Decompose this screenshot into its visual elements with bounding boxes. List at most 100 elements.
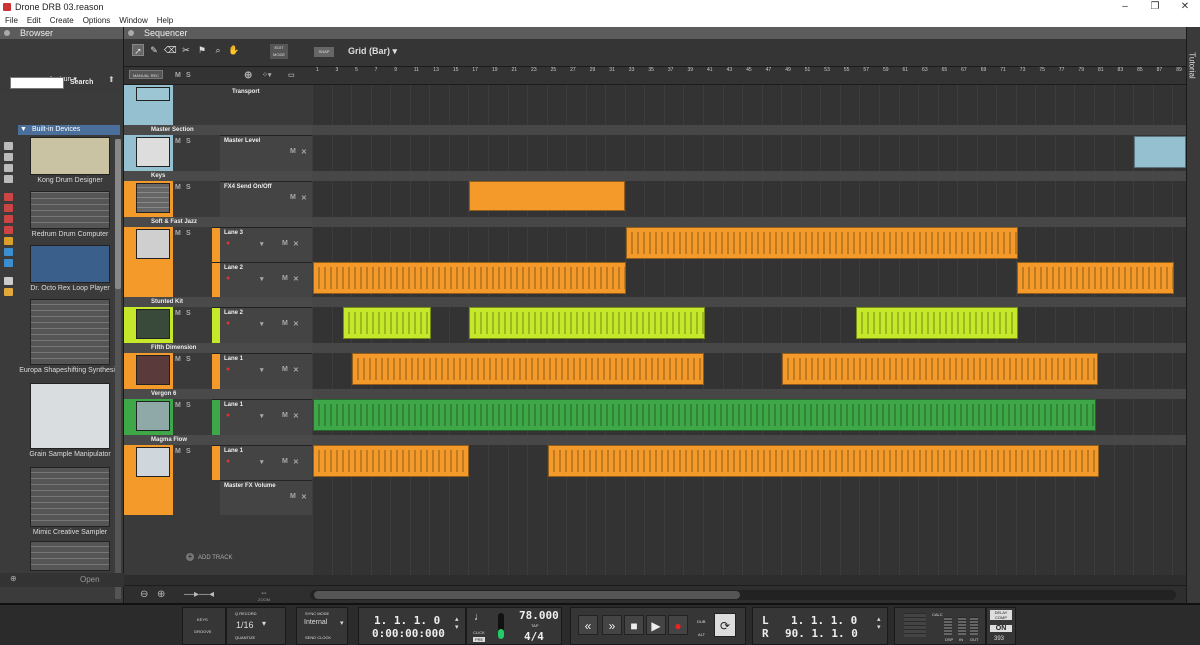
mute-tool-icon[interactable]: ⚑ bbox=[196, 44, 208, 56]
fast-forward-button[interactable]: » bbox=[602, 615, 622, 635]
record-lane-icon[interactable]: ● bbox=[226, 412, 230, 419]
edit-mode-button[interactable]: EDIT MODE bbox=[270, 44, 288, 59]
track-soft-fast-jazz[interactable]: Soft & Fast Jazz M S Lane 3 ● ▾ M ✕ Lane… bbox=[124, 217, 1186, 297]
tempo-value[interactable]: 78.000 bbox=[519, 609, 559, 622]
mute-button[interactable]: M bbox=[175, 402, 181, 409]
quantize-dropdown-icon[interactable]: ▾ bbox=[262, 619, 266, 628]
mute-button[interactable]: M bbox=[175, 356, 181, 363]
snap-button[interactable]: SNAP bbox=[314, 47, 334, 57]
automation-clip[interactable] bbox=[1134, 136, 1186, 168]
lane-mute-button[interactable]: M bbox=[282, 412, 288, 419]
position-time[interactable]: 0:00:00:000 bbox=[372, 627, 445, 640]
lane-dropdown-icon[interactable]: ▾ bbox=[260, 275, 264, 283]
minimize-icon[interactable]: – bbox=[1110, 0, 1140, 14]
menu-options[interactable]: Options bbox=[83, 16, 111, 25]
mute-button[interactable]: M bbox=[175, 138, 181, 145]
browser-scrollbar[interactable] bbox=[115, 139, 121, 599]
time-signature[interactable]: 4/4 bbox=[524, 630, 544, 643]
manual-rec-button[interactable]: MANUAL REC bbox=[129, 70, 163, 79]
sync-dropdown-icon[interactable]: ▾ bbox=[340, 619, 344, 627]
note-clip[interactable] bbox=[469, 307, 705, 339]
add-lane-icon[interactable]: ⊕ bbox=[244, 70, 252, 81]
note-clip[interactable] bbox=[313, 262, 626, 294]
folder-icon[interactable] bbox=[3, 288, 13, 296]
lane-mute-button[interactable]: M bbox=[282, 458, 288, 465]
sync-mode-select[interactable]: Internal bbox=[304, 619, 327, 626]
note-clip[interactable] bbox=[313, 399, 1096, 431]
hand-tool-icon[interactable]: ✋ bbox=[228, 44, 240, 56]
zoom-out-icon[interactable]: ⊖ bbox=[140, 589, 148, 600]
record-lane-icon[interactable]: ● bbox=[226, 240, 230, 247]
solo-button[interactable]: S bbox=[186, 230, 191, 237]
click-level-slider[interactable] bbox=[498, 613, 504, 639]
solo-button[interactable]: S bbox=[186, 402, 191, 409]
solo-button[interactable]: S bbox=[186, 448, 191, 455]
note-clip[interactable] bbox=[548, 445, 1099, 477]
record-button[interactable]: ● bbox=[668, 615, 688, 635]
quantize-value[interactable]: 1/16 bbox=[236, 620, 254, 630]
device-blue-icon-2[interactable] bbox=[3, 259, 13, 267]
note-clip[interactable] bbox=[313, 445, 469, 477]
open-button[interactable]: Open bbox=[80, 575, 100, 584]
select-tool-icon[interactable]: ➚ bbox=[132, 44, 144, 56]
locator-stepper-icon[interactable]: ▴ ▾ bbox=[877, 615, 881, 631]
track-keys[interactable]: Keys M S FX4 Send On/Off M ✕ bbox=[124, 171, 1186, 217]
solo-button[interactable]: S bbox=[186, 356, 191, 363]
note-clip[interactable] bbox=[626, 227, 1018, 259]
lane-dropdown-icon[interactable]: ▾ bbox=[260, 320, 264, 328]
device-redrum[interactable]: Redrum Drum Computer bbox=[30, 191, 110, 238]
track-vergon-6[interactable]: Vergon 6 M S Lane 1 ● ▾ M ✕ bbox=[124, 389, 1186, 435]
menu-file[interactable]: File bbox=[5, 16, 18, 25]
search-button[interactable]: Search bbox=[70, 79, 93, 86]
send-clock-label[interactable]: SEND CLOCK bbox=[305, 635, 331, 640]
note-clip[interactable] bbox=[343, 307, 431, 339]
device-red-icon-4[interactable] bbox=[3, 226, 13, 234]
zoom-fit-icon[interactable]: ⇔ bbox=[260, 588, 268, 597]
menu-window[interactable]: Window bbox=[119, 16, 147, 25]
built-in-devices-section[interactable]: Built-in Devices bbox=[18, 125, 120, 135]
patch-icon[interactable] bbox=[3, 175, 13, 183]
eraser-tool-icon[interactable]: ⌫ bbox=[164, 44, 177, 56]
lane-mute-button[interactable]: M bbox=[282, 366, 288, 373]
dub-button[interactable]: DUB bbox=[697, 619, 705, 624]
horizontal-scrollbar[interactable] bbox=[310, 590, 1176, 600]
menu-edit[interactable]: Edit bbox=[27, 16, 41, 25]
device-red-icon-3[interactable] bbox=[3, 215, 13, 223]
lane-mute-button[interactable]: M bbox=[282, 240, 288, 247]
add-icon[interactable]: ⊕ bbox=[10, 574, 17, 583]
tutorial-panel[interactable]: Tutorial bbox=[1186, 27, 1200, 603]
play-button[interactable]: ▶ bbox=[646, 615, 666, 635]
metronome-icon[interactable]: ♩ bbox=[474, 611, 485, 623]
record-lane-icon[interactable]: ● bbox=[226, 458, 230, 465]
mute-all-button[interactable]: M bbox=[175, 72, 181, 79]
lane-delete-icon[interactable]: ✕ bbox=[293, 275, 299, 283]
solo-all-button[interactable]: S bbox=[186, 72, 191, 79]
up-icon[interactable]: ⬆ bbox=[108, 75, 115, 84]
note-clip[interactable] bbox=[782, 353, 1098, 385]
add-track-button[interactable]: ADD TRACK bbox=[186, 553, 233, 561]
pencil-tool-icon[interactable]: ✎ bbox=[148, 44, 160, 56]
note-clip[interactable] bbox=[352, 353, 704, 385]
solo-button[interactable]: S bbox=[186, 138, 191, 145]
lane-options-icon[interactable]: ⁘▾ bbox=[262, 71, 271, 79]
solo-button[interactable]: S bbox=[186, 184, 191, 191]
record-lane-icon[interactable]: ● bbox=[226, 366, 230, 373]
quantize-button[interactable]: QUANTIZE bbox=[235, 635, 255, 640]
lane-mute-button[interactable]: M bbox=[282, 320, 288, 327]
lane-delete-icon[interactable]: ✕ bbox=[293, 458, 299, 466]
lane-delete-icon[interactable]: ✕ bbox=[301, 148, 307, 156]
loop-left-locator[interactable]: 1. 1. 1. 0 bbox=[791, 614, 857, 627]
solo-button[interactable]: S bbox=[186, 310, 191, 317]
automation-clip[interactable] bbox=[469, 181, 625, 211]
close-icon[interactable]: ✕ bbox=[1170, 0, 1200, 14]
delay-comp-toggle[interactable]: ON bbox=[990, 625, 1012, 632]
lane-mute-button[interactable]: M bbox=[282, 275, 288, 282]
device-yellow-icon[interactable] bbox=[3, 237, 13, 245]
magnify-tool-icon[interactable]: ⌕ bbox=[212, 44, 224, 56]
search-input[interactable] bbox=[10, 77, 64, 89]
lane-delete-icon[interactable]: ✕ bbox=[293, 320, 299, 328]
lane-mute-button[interactable]: M bbox=[290, 194, 296, 201]
position-bars[interactable]: 1. 1. 1. 0 bbox=[374, 614, 440, 627]
mute-button[interactable]: M bbox=[175, 184, 181, 191]
device-blue-icon-1[interactable] bbox=[3, 248, 13, 256]
